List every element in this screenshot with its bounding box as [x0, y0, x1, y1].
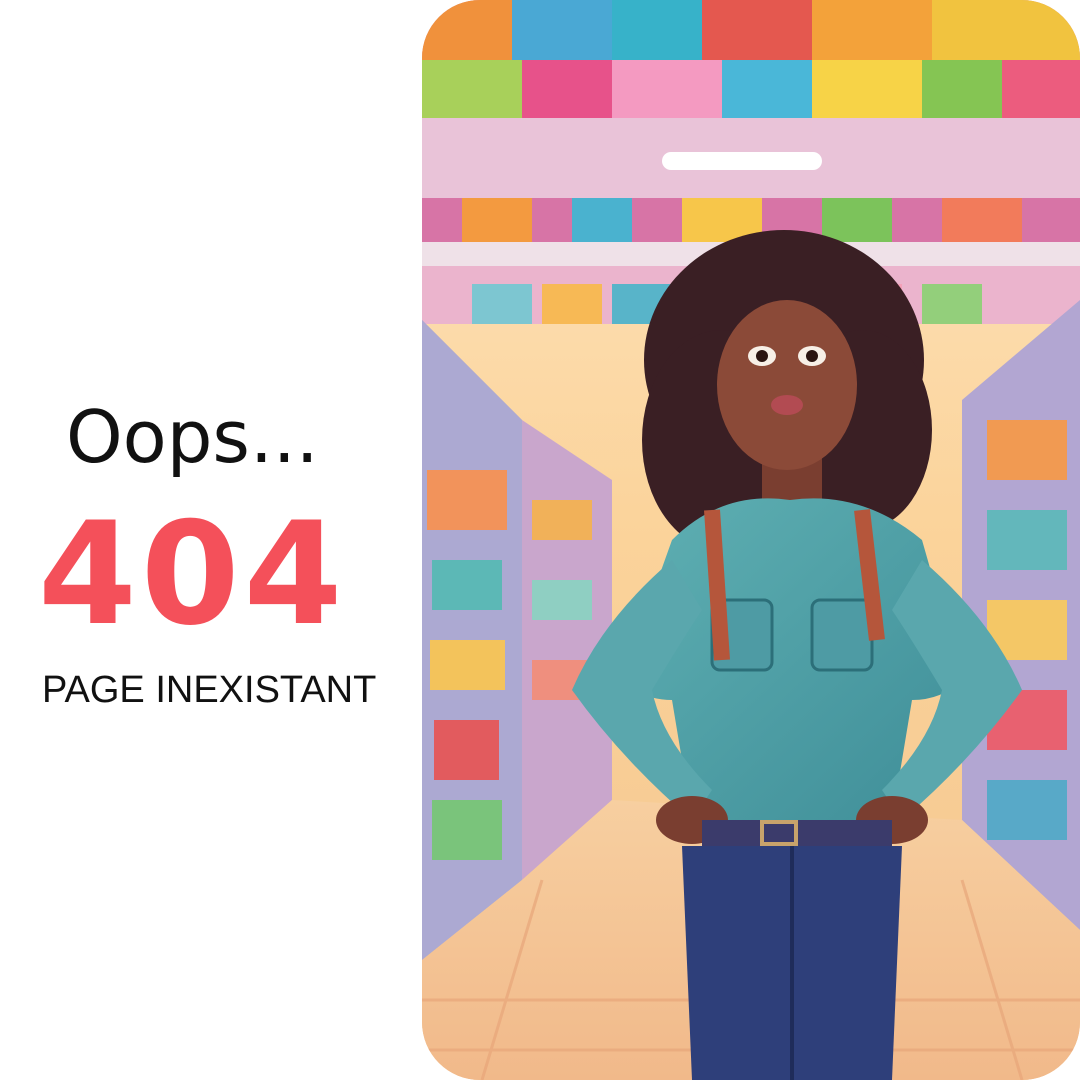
error-code: 404: [38, 492, 347, 657]
error-page: Oops... 404 PAGE INEXISTANT: [0, 0, 1080, 1080]
error-message-panel: Oops... 404 PAGE INEXISTANT: [0, 0, 422, 1080]
lost-shopper-illustration: [422, 0, 1080, 1080]
oops-heading: Oops...: [66, 395, 319, 479]
error-description: PAGE INEXISTANT: [42, 669, 377, 711]
right-shelves: [962, 300, 1080, 930]
